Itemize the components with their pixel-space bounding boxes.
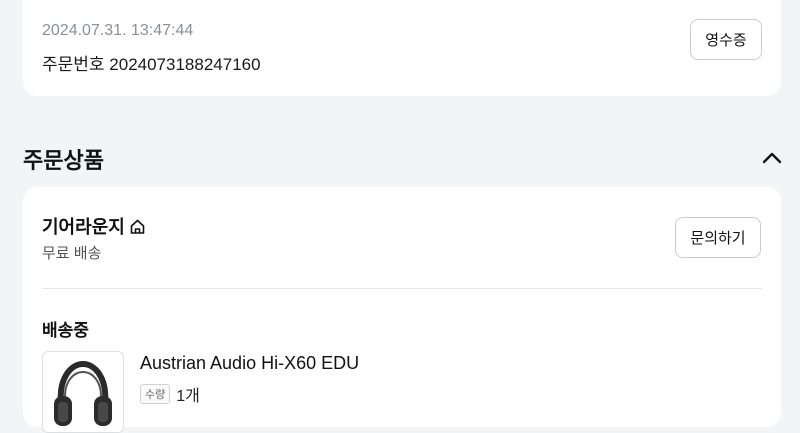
- section-title: 주문상품: [23, 148, 104, 173]
- receipt-button[interactable]: 영수증: [690, 19, 762, 60]
- chevron-up-icon[interactable]: [760, 148, 784, 168]
- shop-name[interactable]: 기어라운지: [42, 213, 125, 239]
- quantity-row: 수량 1개: [140, 382, 200, 406]
- shop-name-row[interactable]: 기어라운지: [42, 213, 146, 239]
- quantity-label: 수량: [140, 384, 171, 404]
- delivery-status: 배송중: [42, 321, 89, 340]
- shipping-type: 무료 배송: [42, 245, 102, 262]
- order-datetime: 2024.07.31. 13:47:44: [42, 22, 194, 39]
- headphones-image: [54, 360, 112, 426]
- quantity-value: 1개: [176, 388, 200, 405]
- product-name[interactable]: Austrian Audio Hi-X60 EDU: [140, 353, 359, 374]
- inquiry-button[interactable]: 문의하기: [675, 217, 761, 258]
- order-summary-card: 2024.07.31. 13:47:44 주문번호 20240731882471…: [23, 0, 781, 96]
- order-number: 주문번호 2024073188247160: [42, 55, 261, 74]
- home-icon: [130, 219, 145, 234]
- product-thumbnail[interactable]: [42, 351, 124, 433]
- divider: [42, 288, 762, 289]
- order-items-card: 기어라운지 무료 배송 문의하기 배송중 Austrian Audio Hi-X…: [23, 187, 781, 433]
